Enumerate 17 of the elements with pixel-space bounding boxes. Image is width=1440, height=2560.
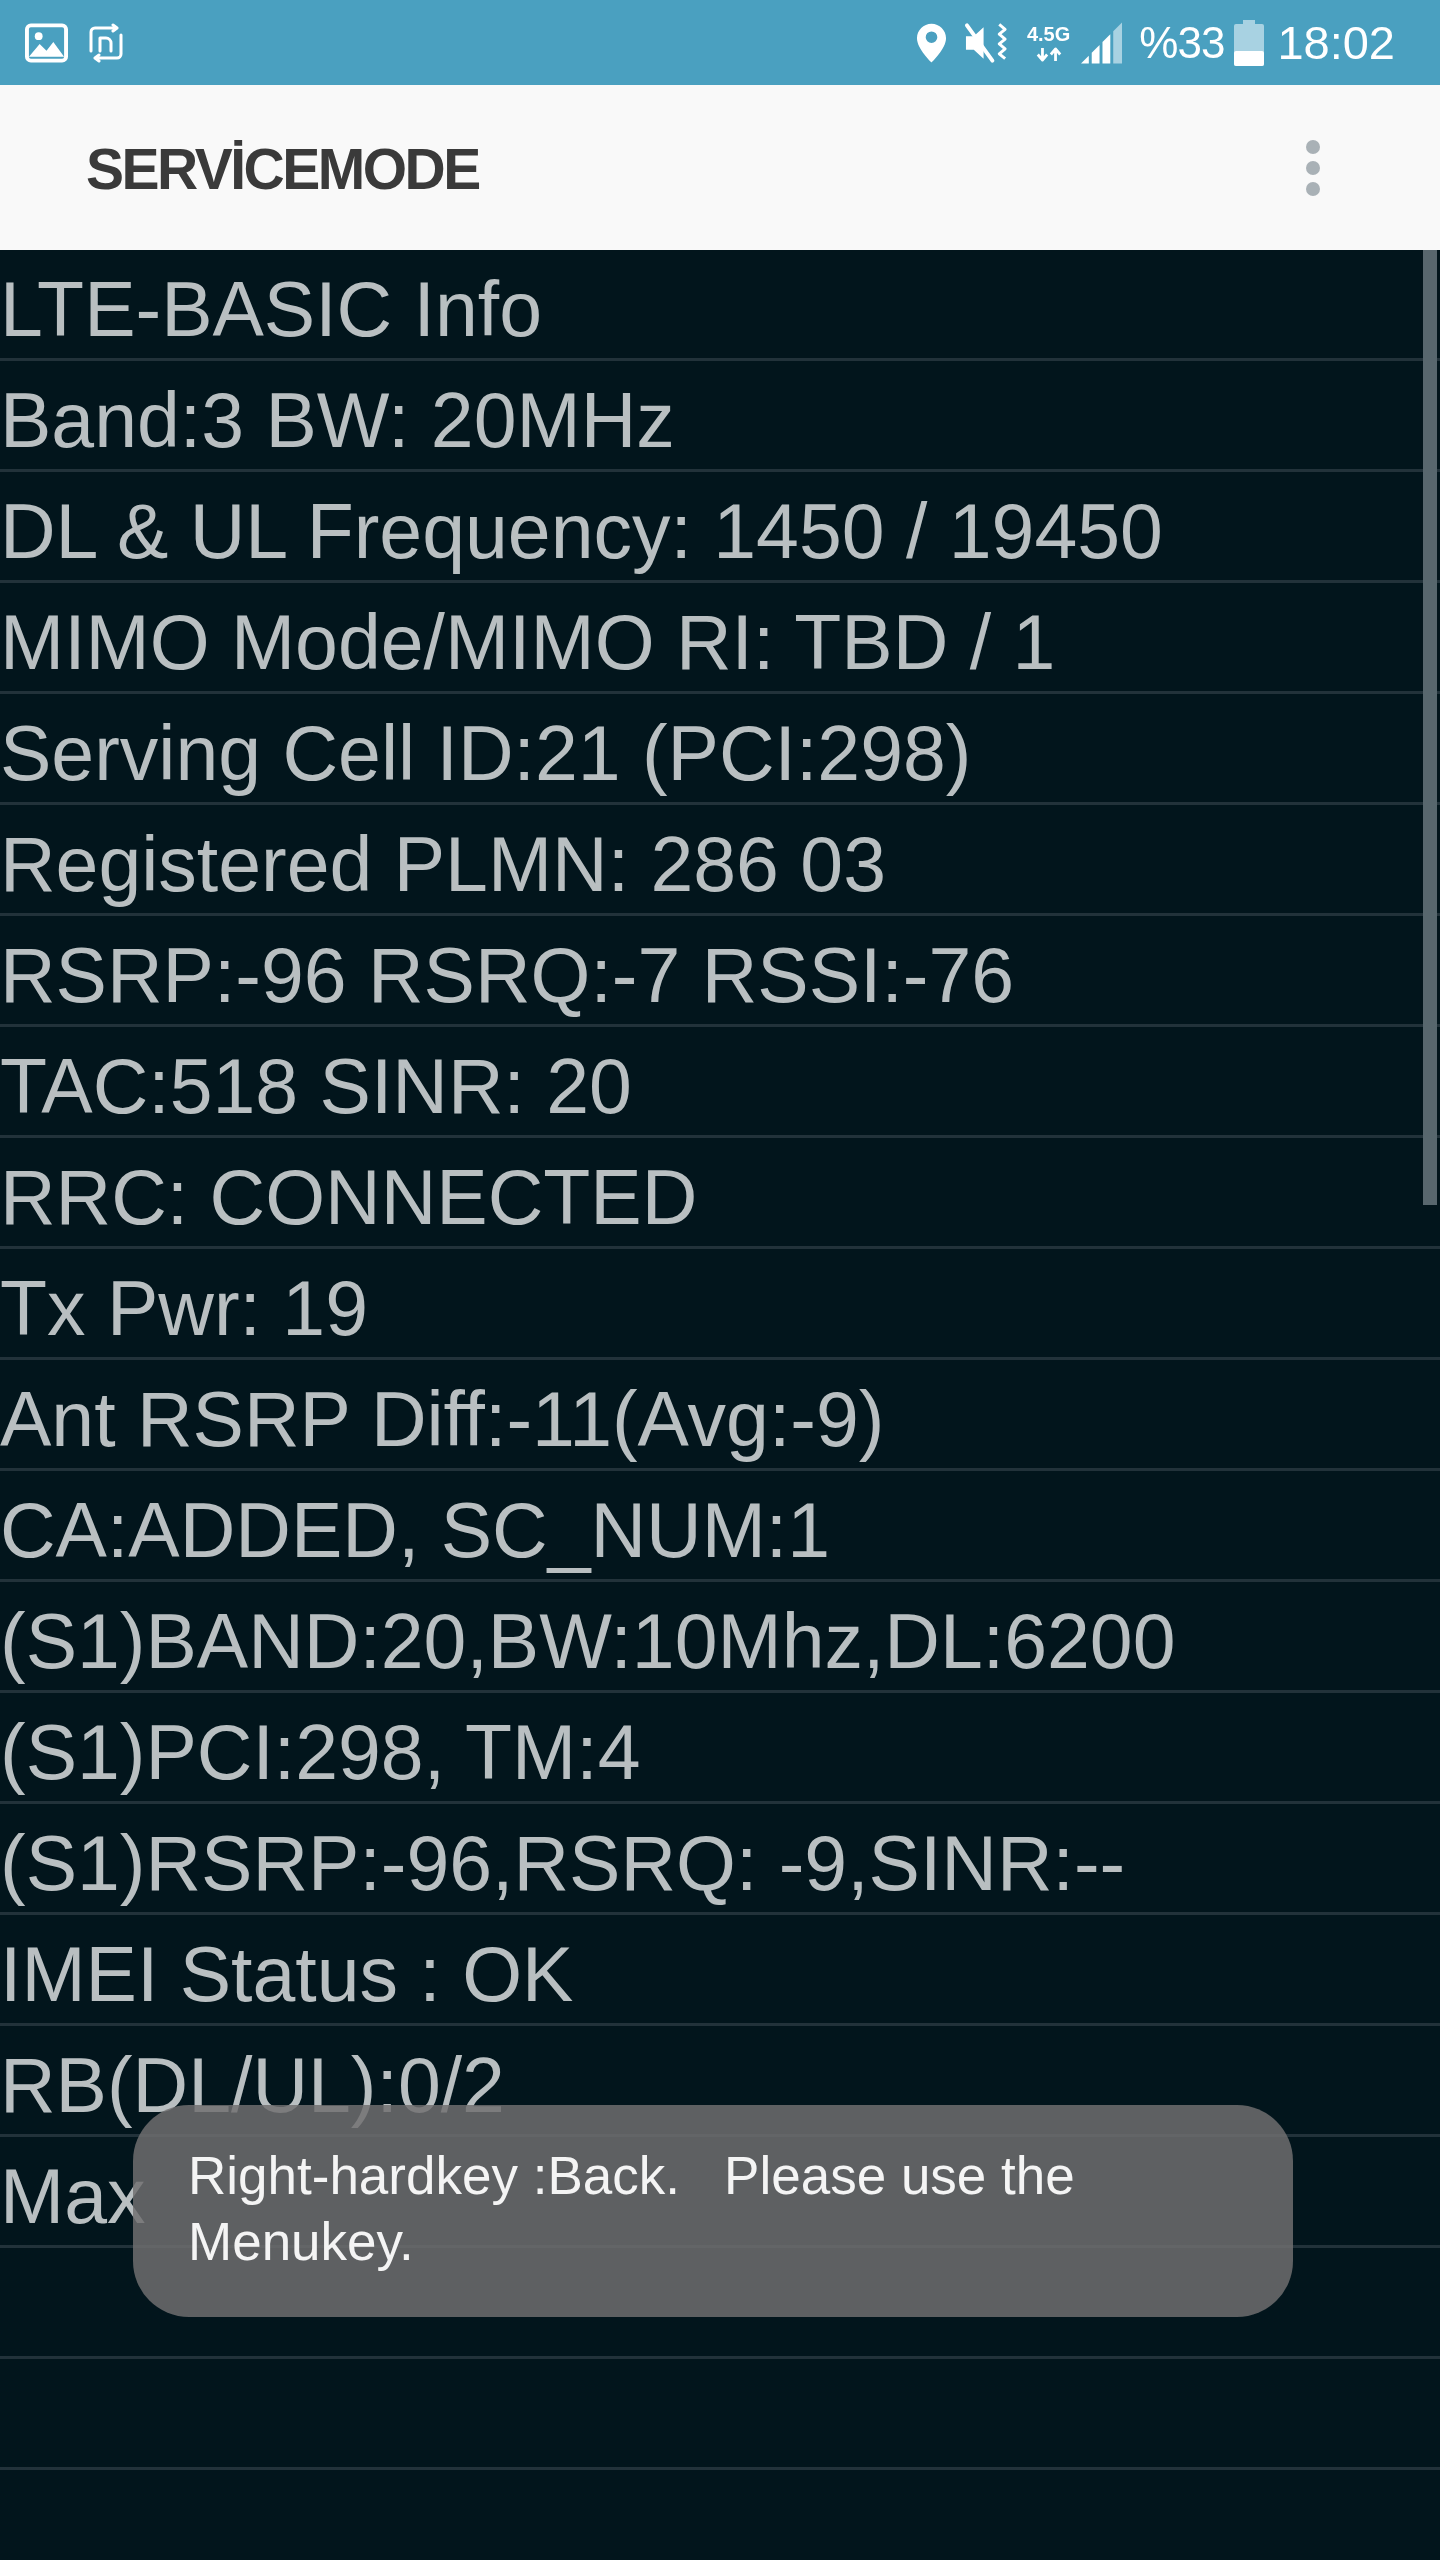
info-line: LTE-BASIC Info — [0, 270, 543, 348]
signal-icon — [1080, 21, 1124, 64]
info-line: TAC:518 SINR: 20 — [0, 1047, 632, 1125]
info-line: Band:3 BW: 20MHz — [0, 381, 675, 459]
app-title: SERVİCEMODE — [86, 141, 479, 198]
data-arrows-icon — [1034, 46, 1063, 62]
image-icon — [25, 22, 68, 63]
more-vertical-icon — [1306, 139, 1320, 196]
location-pin-icon — [915, 21, 947, 64]
info-line: MIMO Mode/MIMO RI: TBD / 1 — [0, 603, 1056, 681]
info-line: RRC: CONNECTED — [0, 1158, 698, 1236]
network-type-label: 4.5G — [1026, 23, 1071, 44]
battery-icon — [1234, 19, 1265, 66]
clock-time: 18:02 — [1277, 19, 1395, 66]
info-line: IMEI Status : OK — [0, 1935, 574, 2013]
battery-percent: %33 — [1139, 20, 1225, 65]
info-line: Tx Pwr: 19 — [0, 1269, 368, 1347]
